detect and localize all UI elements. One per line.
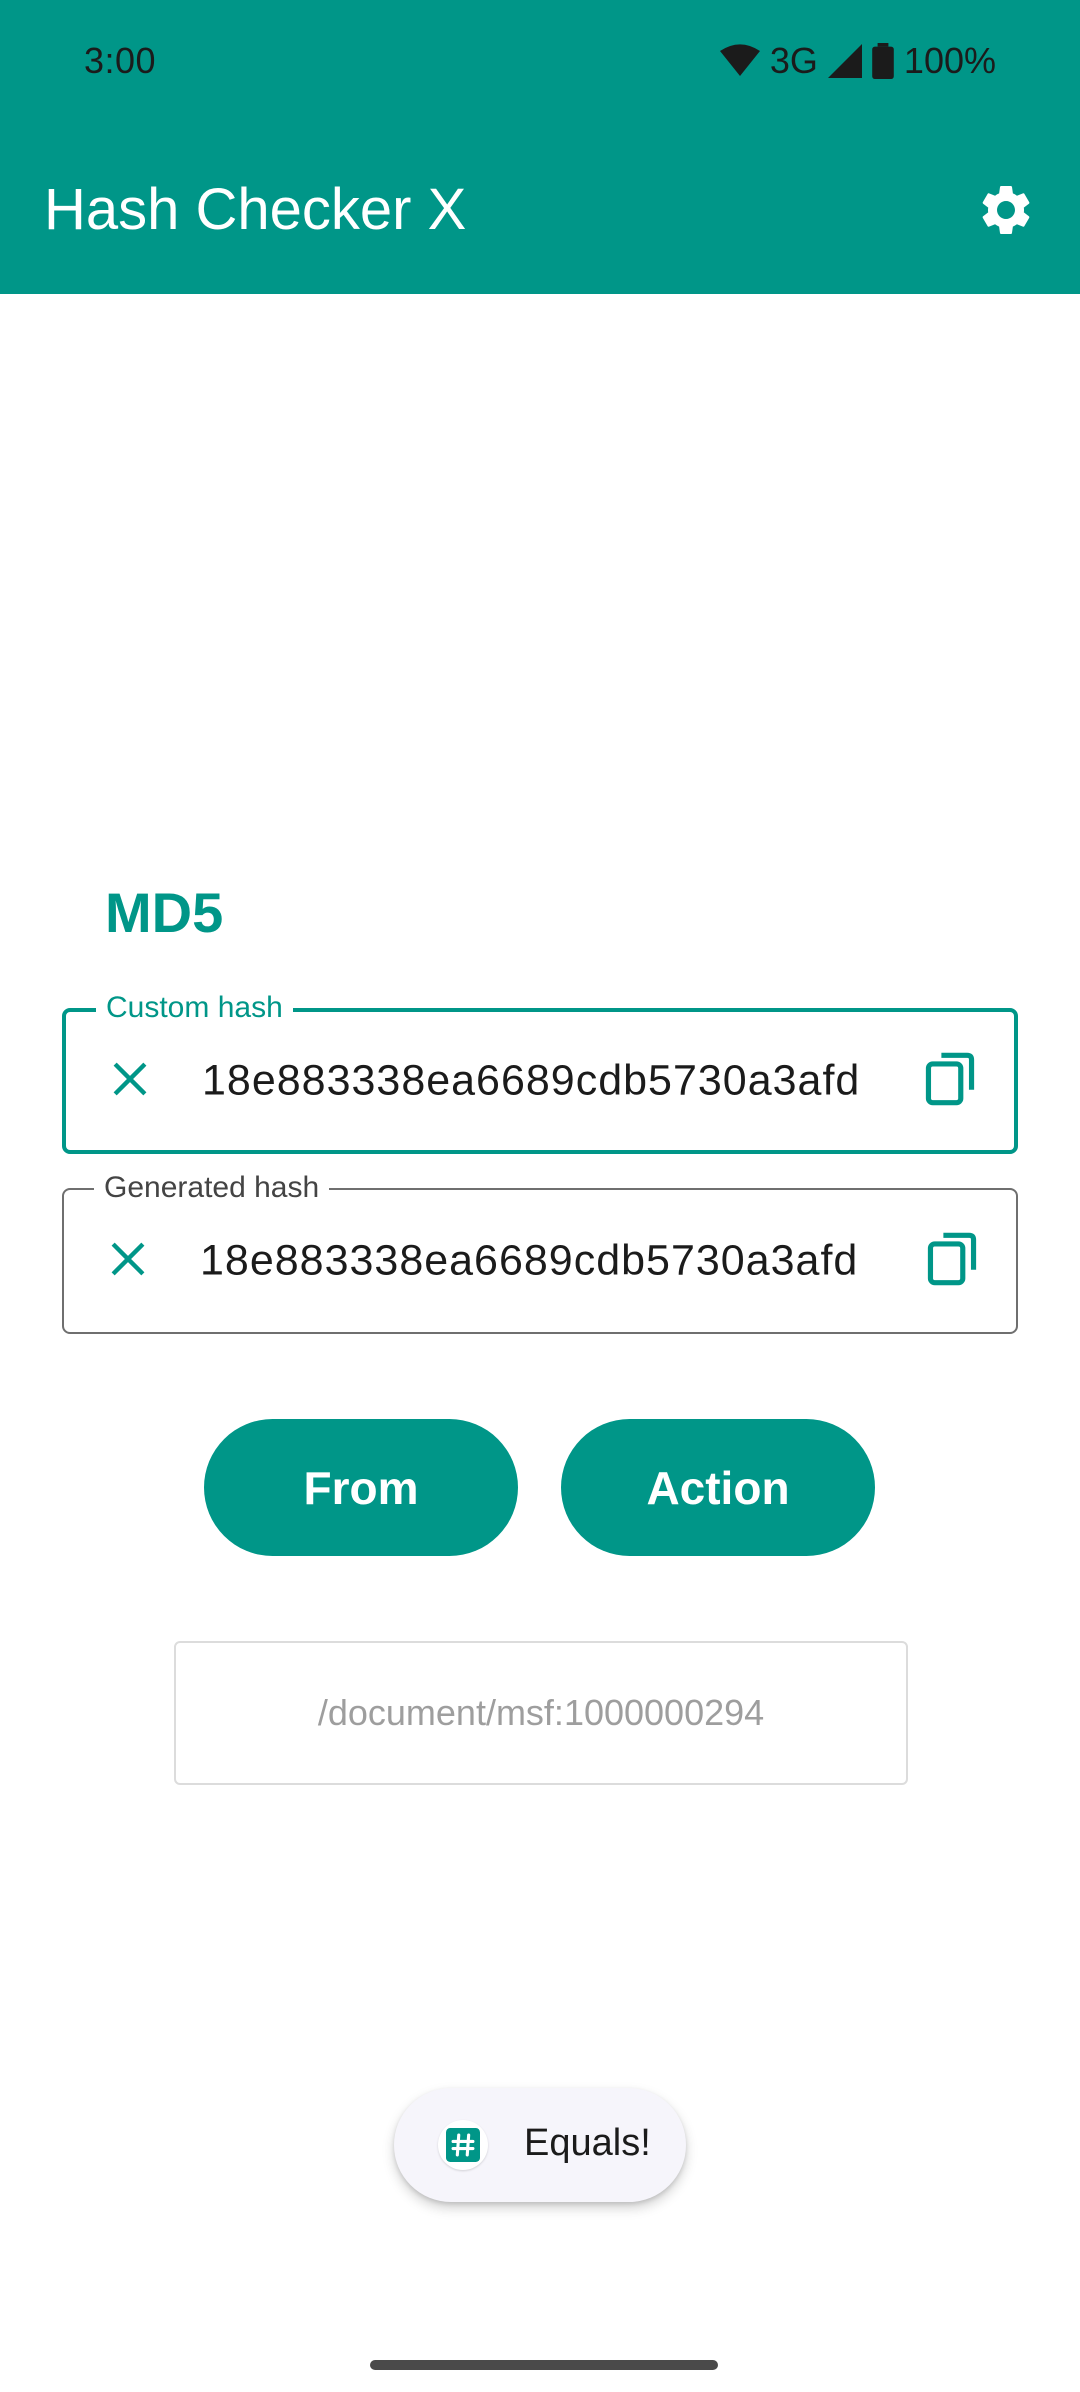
toast-message: Equals! xyxy=(394,2088,686,2202)
hash-icon xyxy=(438,2120,488,2170)
wifi-icon xyxy=(719,44,760,78)
copy-custom-hash-button[interactable] xyxy=(918,1049,982,1113)
clear-custom-hash-button[interactable] xyxy=(102,1053,158,1109)
generated-hash-field[interactable]: Generated hash 18e883338ea6689cdb5730a3a… xyxy=(62,1170,1018,1334)
settings-button[interactable] xyxy=(970,176,1042,248)
status-time: 3:00 xyxy=(84,40,157,81)
copy-icon xyxy=(924,1051,976,1112)
algorithm-title[interactable]: MD5 xyxy=(105,880,223,945)
custom-hash-input[interactable]: 18e883338ea6689cdb5730a3afd xyxy=(202,1057,860,1106)
clear-generated-hash-button[interactable] xyxy=(100,1233,156,1289)
toast-text: Equals! xyxy=(524,2122,651,2164)
custom-hash-field[interactable]: Custom hash 18e883338ea6689cdb5730a3afd xyxy=(62,990,1018,1154)
signal-icon xyxy=(827,44,862,78)
generated-hash-label: Generated hash xyxy=(94,1170,330,1206)
copy-icon xyxy=(926,1231,978,1292)
status-bar: 3:00 3G 100% xyxy=(0,0,1080,126)
app-bar: 3:00 3G 100% Hash Checker X xyxy=(0,0,1080,294)
close-icon xyxy=(108,1239,148,1284)
home-indicator[interactable] xyxy=(370,2360,718,2370)
gear-icon xyxy=(976,180,1036,245)
custom-hash-label: Custom hash xyxy=(96,990,293,1026)
copy-generated-hash-button[interactable] xyxy=(920,1229,984,1293)
close-icon xyxy=(110,1059,150,1104)
action-button[interactable]: Action xyxy=(561,1419,875,1556)
battery-level: 100% xyxy=(903,40,996,81)
network-type: 3G xyxy=(769,40,818,81)
generated-hash-input[interactable]: 18e883338ea6689cdb5730a3afd xyxy=(200,1237,858,1286)
battery-icon xyxy=(872,43,894,79)
status-icons: 3G 100% xyxy=(719,40,996,82)
file-path-display: /document/msf:1000000294 xyxy=(174,1641,908,1785)
app-title: Hash Checker X xyxy=(44,177,467,242)
from-button[interactable]: From xyxy=(204,1419,518,1556)
